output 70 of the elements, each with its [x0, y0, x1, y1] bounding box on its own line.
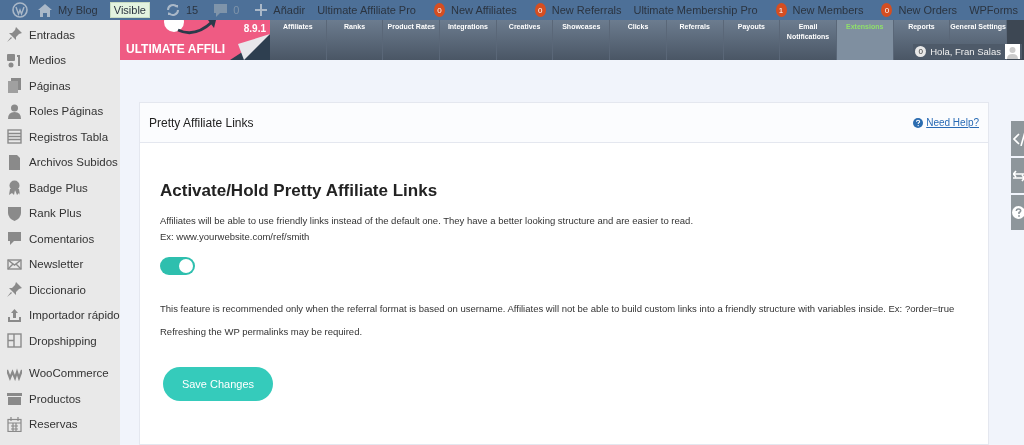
side-tab[interactable] [1011, 121, 1024, 156]
notification-count[interactable]: 0 [915, 46, 927, 57]
site-name-link[interactable]: My Blog [58, 4, 98, 16]
layout-icon [7, 333, 22, 349]
note-text: This feature is recommended only when the referral format is based on username. Affiliates will not be able to build custom links into a friendly structure with variables inside. Ex: ?order=true [160, 302, 956, 316]
swap-icon [1012, 169, 1024, 182]
comment-icon[interactable] [214, 3, 228, 17]
sidebar-item[interactable]: Badge Plus [0, 175, 120, 201]
sidebar-item[interactable]: Productos [0, 386, 120, 412]
admin-bar-link[interactable]: New Affiliates [450, 4, 517, 16]
description-text: Affiliates will be able to use friendly links instead of the default one. They have a better looking structure and are easier to read. Ex: www.yourwebsite.com/ref/smith [160, 214, 695, 244]
count-badge: 0 [881, 3, 893, 17]
help-icon [913, 117, 924, 128]
mail-icon [7, 256, 22, 272]
side-tab[interactable] [1011, 158, 1024, 193]
upload-icon [7, 307, 22, 323]
need-help-link[interactable]: Need Help? [926, 117, 979, 128]
count-badge: 0 [434, 3, 445, 17]
box-icon [7, 391, 22, 407]
avatar-icon[interactable] [1005, 44, 1020, 59]
version-label: 8.9.1 [243, 23, 266, 34]
table-icon [7, 129, 22, 145]
sidebar-item[interactable]: Archivos Subidos [0, 149, 120, 175]
plus-icon[interactable] [255, 4, 268, 16]
sidebar-item[interactable]: Reservas [0, 411, 120, 437]
admin-bar-link[interactable]: New Members [792, 4, 864, 16]
refresh-icon[interactable] [165, 3, 180, 17]
user-icon [7, 103, 22, 119]
media-icon [7, 52, 22, 68]
wordpress-logo-icon[interactable] [12, 2, 28, 18]
admin-bar-link[interactable]: Ultimate Membership Pro [633, 4, 758, 16]
note-text: Refreshing the WP permalinks may be required. [160, 325, 364, 339]
admin-bar-link[interactable]: Ultimate Affiliate Pro [317, 4, 416, 16]
comment-icon [7, 231, 22, 247]
home-icon[interactable] [38, 3, 52, 17]
toggle-switch[interactable] [160, 257, 195, 275]
sidebar-item[interactable]: Dropshipping [0, 328, 120, 354]
sidebar-item[interactable]: WooCommerce [0, 360, 120, 386]
sidebar-item[interactable]: Medios [0, 47, 120, 73]
sidebar-item[interactable]: Importador rápido [0, 302, 120, 328]
sidebar-item[interactable]: Diccionario [0, 277, 120, 303]
pin-icon [7, 27, 22, 43]
sidebar-item[interactable]: Newsletter [0, 251, 120, 277]
pin-icon [7, 282, 22, 298]
count-badge: 1 [775, 3, 787, 17]
add-new-link[interactable]: Añadir [273, 4, 306, 16]
pages-icon [7, 78, 22, 94]
count-badge: 0 [534, 3, 546, 17]
file-icon [7, 154, 22, 170]
help-icon [1012, 206, 1024, 219]
logo-text: ULTIMATE AFFILI [126, 42, 226, 56]
admin-bar-link[interactable]: WPForms [969, 4, 1018, 16]
sidebar-item[interactable]: Comentarios [0, 226, 120, 252]
side-tab[interactable] [1011, 195, 1024, 230]
code-icon [1012, 131, 1024, 146]
updates-count[interactable]: 15 [185, 4, 199, 16]
sidebar-item[interactable]: Entradas [0, 22, 120, 48]
sidebar-item[interactable]: Páginas [0, 73, 120, 99]
admin-bar-link[interactable]: New Referrals [551, 4, 622, 16]
admin-bar-link[interactable]: New Orders [898, 4, 958, 16]
sidebar-item[interactable]: Roles Páginas [0, 98, 120, 124]
badge-icon [7, 180, 22, 196]
page-curl-icon [230, 34, 270, 60]
visibility-badge: Visible [109, 2, 150, 18]
card-title: Pretty Affiliate Links [149, 115, 254, 130]
section-heading: Activate/Hold Pretty Affiliate Links [160, 181, 439, 201]
calendar-icon [7, 416, 22, 432]
sidebar-item[interactable]: Registros Tabla [0, 124, 120, 150]
sidebar-item[interactable]: Rank Plus [0, 200, 120, 226]
shield-icon [7, 205, 22, 221]
